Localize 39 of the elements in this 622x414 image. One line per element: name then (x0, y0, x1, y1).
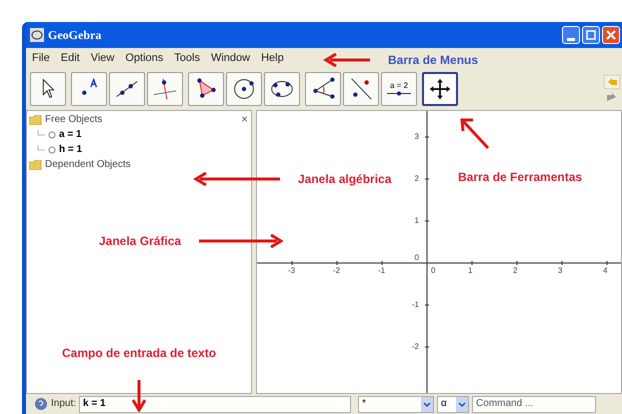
menu-item[interactable]: File (32, 50, 50, 66)
axis-label: 0 (431, 267, 436, 275)
axis-label: 2 (513, 267, 518, 275)
axis-label: -2 (333, 267, 340, 275)
axis-label: -2 (412, 343, 419, 351)
annotation-label: Janela algébrica (298, 171, 392, 188)
window-title: GeoGebra (48, 27, 102, 44)
object-value[interactable]: a = 1 (59, 127, 82, 142)
greek-dropdown[interactable]: α (437, 396, 470, 412)
axis-label: 3 (414, 133, 419, 141)
axis-label: 2 (414, 175, 419, 183)
axis-label: 1 (414, 217, 419, 225)
menu-item[interactable]: Options (125, 50, 164, 66)
annotation-label: Campo de entrada de texto (62, 345, 216, 362)
axis-label: 0 (414, 254, 419, 262)
folder-label[interactable]: Free Objects (45, 112, 102, 127)
axis-label: -1 (378, 267, 386, 275)
tool-button[interactable]: a = 2 (381, 72, 417, 106)
symbol-dropdown[interactable]: * (358, 396, 434, 412)
axis-label: -1 (412, 301, 419, 309)
menu-item[interactable]: Tools (174, 50, 200, 66)
input-label: Input: (51, 399, 76, 409)
folder-label[interactable]: Dependent Objects (45, 157, 131, 172)
menu-item[interactable]: Window (210, 50, 250, 66)
menu-item[interactable]: Help (261, 50, 284, 66)
axis-label: 4 (603, 267, 608, 275)
menu-item[interactable]: View (90, 50, 114, 66)
annotation-label: Barra de Menus (388, 52, 478, 69)
input-field[interactable]: k = 1 (79, 396, 352, 412)
axis-label: 3 (558, 267, 562, 275)
axis-label: 1 (468, 267, 472, 275)
object-value[interactable]: h = 1 (59, 142, 82, 157)
command-dropdown[interactable]: Command ... (472, 396, 596, 412)
annotation-label: Barra de Ferramentas (458, 169, 582, 186)
menu-item[interactable]: Edit (60, 50, 80, 66)
close-panel-button[interactable]: × (240, 110, 248, 128)
slider-caption: a = 2 (390, 82, 408, 90)
axis-label: -3 (288, 267, 296, 275)
annotation-label: Janela Gráfica (99, 233, 182, 250)
